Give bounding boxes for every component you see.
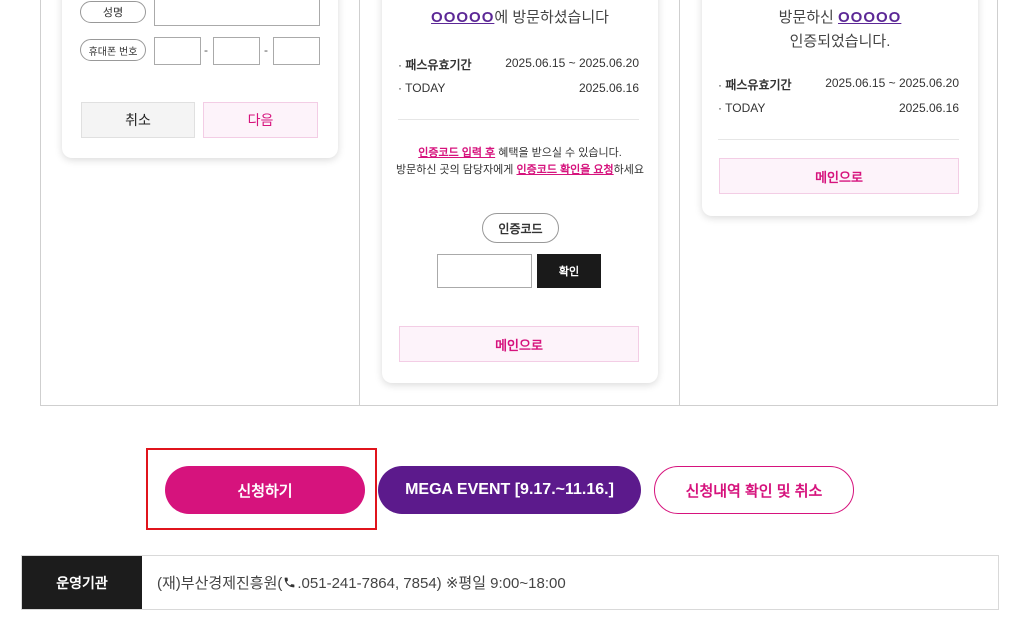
code-notice: 인증코드 입력 후 혜택을 받으실 수 있습니다. 방문하신 곳의 담당자에게 … bbox=[382, 145, 658, 179]
confirm-button[interactable]: 확인 bbox=[537, 254, 601, 288]
next-button[interactable]: 다음 bbox=[203, 102, 318, 138]
visit-place: OOOOO bbox=[838, 9, 902, 26]
today-row: · TODAY 2025.06.16 bbox=[398, 81, 639, 95]
notice-text-1: 혜택을 받으실 수 있습니다. bbox=[495, 147, 622, 159]
pass-period-value: 2025.06.15 ~ 2025.06.20 bbox=[505, 56, 639, 70]
verified-text: 인증되었습니다. bbox=[789, 33, 891, 50]
visit-prefix: 방문하신 bbox=[778, 9, 839, 26]
operator-text: (재)부산경제진흥원( .051-241-7864, 7854) ※평일 9:0… bbox=[142, 556, 566, 609]
name-label: 성명 bbox=[80, 1, 146, 23]
visit-suffix: 에 방문하셨습니다 bbox=[494, 9, 609, 26]
phone-input-3[interactable] bbox=[273, 37, 320, 65]
main-button[interactable]: 메인으로 bbox=[399, 326, 639, 362]
visit-place: OOOOO bbox=[431, 9, 495, 26]
panel-divider bbox=[679, 0, 680, 406]
pass-period-label: 패스유효기간 bbox=[725, 78, 792, 92]
pass-period-label: 패스유효기간 bbox=[405, 58, 472, 72]
pass-period-row: · 패스유효기간 2025.06.15 ~ 2025.06.20 bbox=[398, 56, 639, 72]
operator-label: 운영기관 bbox=[22, 556, 142, 609]
phone-input-2[interactable] bbox=[213, 37, 260, 65]
today-row: · TODAY 2025.06.16 bbox=[718, 101, 959, 115]
today-label: TODAY bbox=[725, 101, 766, 115]
panel-divider bbox=[359, 0, 360, 406]
pass-period-value: 2025.06.15 ~ 2025.06.20 bbox=[825, 76, 959, 90]
today-label: TODAY bbox=[405, 81, 446, 95]
phone-label: 휴대폰 번호 bbox=[80, 39, 146, 61]
visit-message: OOOOO에 방문하셨습니다 bbox=[382, 6, 658, 27]
today-value: 2025.06.16 bbox=[898, 101, 959, 115]
divider bbox=[398, 119, 639, 120]
mega-event-button[interactable]: MEGA EVENT [9.17.~11.16.] bbox=[378, 466, 641, 514]
code-label: 인증코드 bbox=[482, 213, 559, 243]
phone-separator: - bbox=[204, 43, 208, 57]
divider bbox=[718, 139, 959, 140]
operator-contact: .051-241-7864, 7854) ※평일 9:00~18:00 bbox=[297, 575, 566, 592]
notice-text-3: 하세요 bbox=[613, 164, 645, 176]
phone-icon bbox=[285, 577, 295, 588]
code-input[interactable] bbox=[437, 254, 532, 288]
history-button[interactable]: 신청내역 확인 및 취소 bbox=[654, 466, 854, 514]
apply-highlight-box bbox=[146, 448, 377, 530]
notice-text-2: 방문하신 곳의 담당자에게 bbox=[395, 164, 517, 176]
name-input[interactable] bbox=[154, 0, 320, 26]
today-value: 2025.06.16 bbox=[578, 81, 639, 95]
operator-name: (재)부산경제진흥원( bbox=[157, 575, 283, 592]
notice-highlight-2: 인증코드 확인을 요청 bbox=[516, 164, 614, 176]
notice-highlight-1: 인증코드 입력 후 bbox=[418, 147, 496, 159]
cancel-button[interactable]: 취소 bbox=[81, 102, 195, 138]
pass-period-row: · 패스유효기간 2025.06.15 ~ 2025.06.20 bbox=[718, 76, 959, 92]
phone-separator: - bbox=[264, 43, 268, 57]
operator-info: 운영기관 (재)부산경제진흥원( .051-241-7864, 7854) ※평… bbox=[21, 555, 999, 610]
phone-input-1[interactable] bbox=[154, 37, 201, 65]
verified-message: 방문하신 OOOOO bbox=[702, 6, 978, 27]
main-button[interactable]: 메인으로 bbox=[719, 158, 959, 194]
